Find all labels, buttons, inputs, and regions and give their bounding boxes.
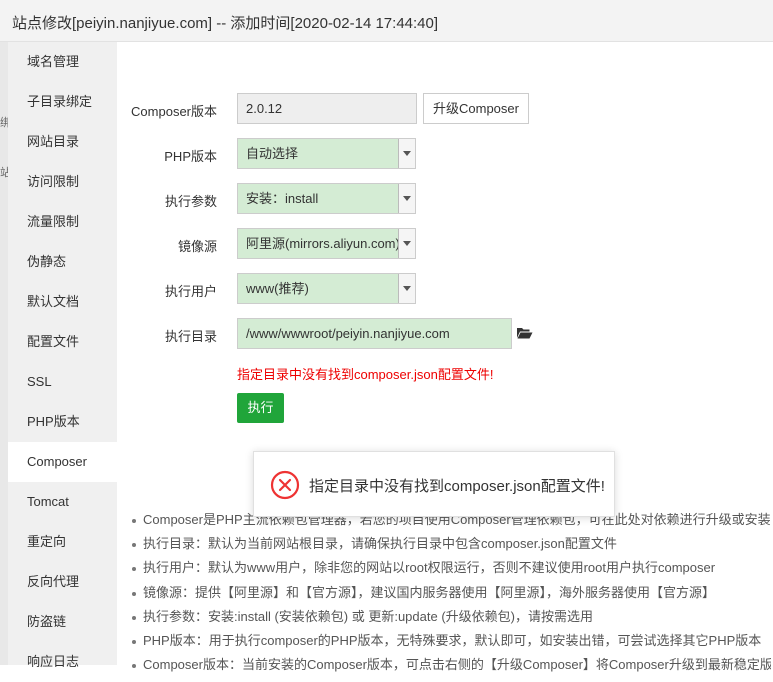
- list-item: 执行参数：安装:install (安装依赖包) 或 更新:update (升级依…: [131, 605, 771, 629]
- sidebar: 域名管理 子目录绑定 网站目录 访问限制 流量限制 伪静态 默认文档 配置文件 …: [8, 42, 117, 669]
- exec-params-select[interactable]: 安装：install: [237, 183, 416, 214]
- chevron-down-icon: [398, 184, 415, 213]
- folder-open-icon[interactable]: [516, 326, 533, 340]
- error-message: 指定目录中没有找到composer.json配置文件!: [237, 367, 494, 382]
- error-toast: 指定目录中没有找到composer.json配置文件!: [253, 451, 615, 517]
- exec-params-label: 执行参数: [164, 194, 217, 209]
- exec-dir-label: 执行目录: [164, 329, 217, 344]
- exec-dir-input[interactable]: /www/wwwroot/peiyin.nanjiyue.com: [237, 318, 512, 349]
- composer-panel: Composer版本 2.0.12 升级Composer PHP版本 自动选择 …: [117, 42, 773, 672]
- sidebar-item-tomcat[interactable]: Tomcat: [8, 482, 117, 522]
- help-tips-list: Composer是PHP主流依赖包管理器，若您的项目使用Composer管理依赖…: [131, 508, 771, 677]
- sidebar-item-site-dir[interactable]: 网站目录: [8, 122, 117, 162]
- list-item: PHP版本：用于执行composer的PHP版本，无特殊要求，默认即可，如安装出…: [131, 629, 771, 653]
- list-item: 镜像源：提供【阿里源】和【官方源】，建议国内服务器使用【阿里源】，海外服务器使用…: [131, 581, 771, 605]
- composer-version-label: Composer版本: [131, 104, 217, 119]
- php-version-select[interactable]: 自动选择: [237, 138, 416, 169]
- window-title: 站点修改[peiyin.nanjiyue.com] -- 添加时间[2020-0…: [12, 15, 439, 32]
- chevron-down-icon: [398, 274, 415, 303]
- chevron-down-icon: [398, 229, 415, 258]
- sidebar-item-default-doc[interactable]: 默认文档: [8, 282, 117, 322]
- exec-user-value: www(推荐): [246, 281, 309, 296]
- sidebar-item-php[interactable]: PHP版本: [8, 402, 117, 442]
- exec-params-value: 安装：install: [246, 191, 319, 206]
- execute-button[interactable]: 执行: [237, 393, 284, 423]
- exec-user-select[interactable]: www(推荐): [237, 273, 416, 304]
- mirror-value: 阿里源(mirrors.aliyun.com): [246, 236, 400, 251]
- php-version-label: PHP版本: [164, 149, 217, 164]
- upgrade-composer-button[interactable]: 升级Composer: [423, 93, 529, 124]
- sidebar-item-access[interactable]: 访问限制: [8, 162, 117, 202]
- sidebar-item-logs[interactable]: 响应日志: [8, 642, 117, 682]
- chevron-down-icon: [398, 139, 415, 168]
- list-item: 执行用户：默认为www用户，除非您的网站以root权限运行，否则不建议使用roo…: [131, 556, 771, 580]
- sidebar-item-traffic[interactable]: 流量限制: [8, 202, 117, 242]
- sidebar-item-composer[interactable]: Composer: [8, 442, 117, 482]
- window-titlebar: 站点修改[peiyin.nanjiyue.com] -- 添加时间[2020-0…: [0, 0, 773, 42]
- list-item: Composer版本：当前安装的Composer版本，可点击右侧的【升级Comp…: [131, 653, 771, 677]
- exec-user-label: 执行用户: [164, 284, 217, 299]
- sidebar-item-domain[interactable]: 域名管理: [8, 42, 117, 82]
- sidebar-item-rewrite[interactable]: 伪静态: [8, 242, 117, 282]
- error-circle-icon: [270, 470, 300, 500]
- composer-version-field: 2.0.12: [237, 93, 417, 124]
- sidebar-item-hotlink[interactable]: 防盗链: [8, 602, 117, 642]
- list-item: 执行目录：默认为当前网站根目录，请确保执行目录中包含composer.json配…: [131, 532, 771, 556]
- sidebar-item-subdir[interactable]: 子目录绑定: [8, 82, 117, 122]
- mirror-select[interactable]: 阿里源(mirrors.aliyun.com): [237, 228, 416, 259]
- background-window-edge: 绑 站: [0, 42, 11, 665]
- sidebar-item-ssl[interactable]: SSL: [8, 362, 117, 402]
- mirror-label: 镜像源: [177, 239, 217, 254]
- php-version-value: 自动选择: [246, 146, 299, 161]
- toast-message: 指定目录中没有找到composer.json配置文件!: [309, 478, 605, 495]
- sidebar-item-redirect[interactable]: 重定向: [8, 522, 117, 562]
- sidebar-item-config[interactable]: 配置文件: [8, 322, 117, 362]
- sidebar-item-proxy[interactable]: 反向代理: [8, 562, 117, 602]
